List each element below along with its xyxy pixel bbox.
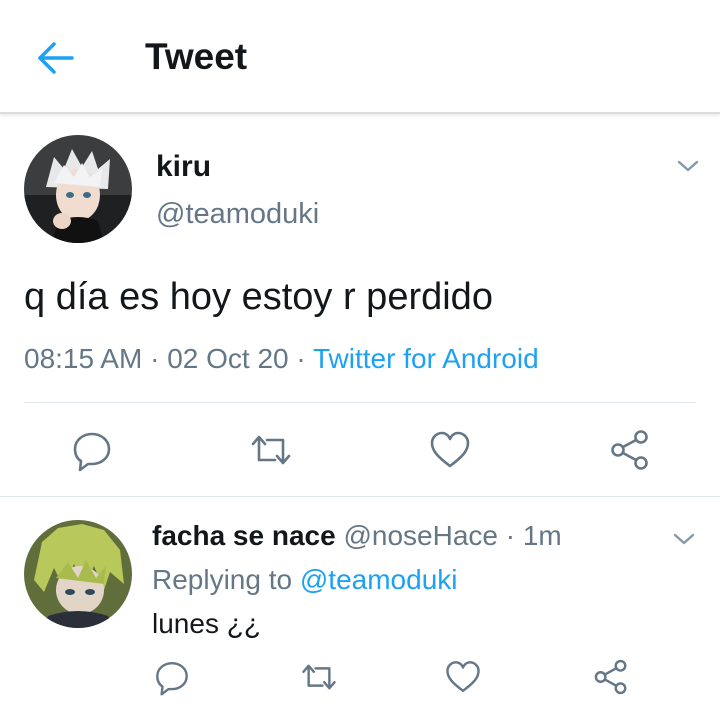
replying-to-link[interactable]: @teamoduki <box>300 564 458 595</box>
reply-author-avatar[interactable] <box>24 520 132 628</box>
author-name[interactable]: kiru <box>156 150 211 184</box>
reply-retweet-button[interactable] <box>300 658 338 696</box>
retweet-icon <box>251 435 291 465</box>
tweet-time: 08:15 AM <box>24 343 143 374</box>
tweet-text: q día es hoy estoy r perdido <box>24 276 493 318</box>
avatar-image <box>24 520 132 628</box>
top-app-bar: Tweet <box>0 0 720 114</box>
chevron-down-icon <box>673 533 695 545</box>
avatar-image <box>24 135 132 243</box>
page-title: Tweet <box>145 36 248 77</box>
divider <box>24 402 696 403</box>
reply-button[interactable] <box>70 428 114 472</box>
reply-like-button[interactable] <box>444 658 482 696</box>
replying-to-label: Replying to <box>152 564 293 595</box>
reply-icon <box>73 432 111 472</box>
reply-author-name[interactable]: facha se nace <box>152 520 336 551</box>
share-icon <box>611 430 648 470</box>
chevron-down-icon <box>677 160 699 172</box>
reply-options-button[interactable] <box>672 531 696 547</box>
like-button[interactable] <box>428 428 472 472</box>
retweet-button[interactable] <box>249 428 293 472</box>
meta-separator: · <box>505 520 516 551</box>
back-button[interactable] <box>32 36 80 80</box>
reply-share-button[interactable] <box>592 658 630 696</box>
reply-author-handle[interactable]: @noseHace <box>343 520 498 551</box>
reply-reply-button[interactable] <box>153 658 191 696</box>
meta-separator: · <box>150 343 160 374</box>
reply-header: facha se nace @noseHace · 1m <box>152 520 562 552</box>
share-icon <box>594 659 627 695</box>
heart-icon <box>446 661 480 693</box>
author-handle[interactable]: @teamoduki <box>156 198 319 231</box>
heart-icon <box>430 431 470 468</box>
reply-text: lunes ¿¿ <box>152 608 261 639</box>
tweet-source-link[interactable]: Twitter for Android <box>313 343 539 374</box>
meta-separator: · <box>296 343 306 374</box>
reply-icon <box>156 661 188 696</box>
author-avatar[interactable] <box>24 135 132 243</box>
replying-to: Replying to @teamoduki <box>152 564 457 596</box>
tweet-date: 02 Oct 20 <box>167 343 289 374</box>
tweet-metadata: 08:15 AM · 02 Oct 20 · Twitter for Andro… <box>24 343 539 375</box>
tweet-options-button[interactable] <box>676 158 700 174</box>
share-button[interactable] <box>608 428 652 472</box>
arrow-left-icon <box>38 42 74 74</box>
retweet-icon <box>302 664 336 690</box>
divider <box>0 496 720 497</box>
reply-timestamp: 1m <box>522 520 562 551</box>
